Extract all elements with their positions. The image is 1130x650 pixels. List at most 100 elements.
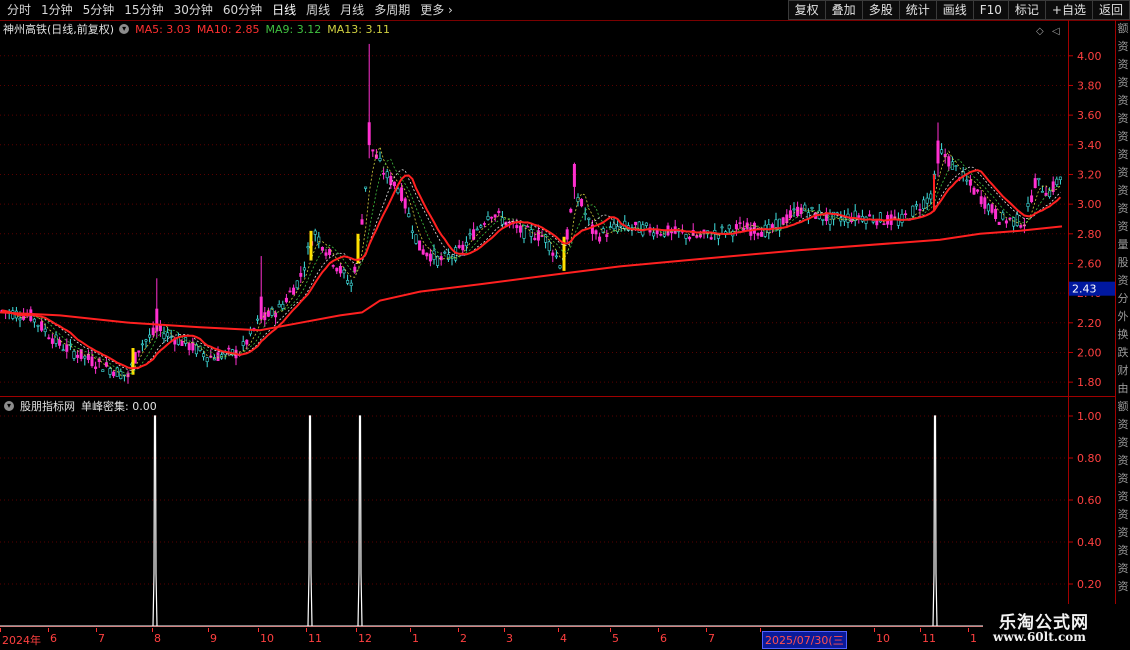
date-label: 2024年 <box>2 634 41 647</box>
right-strip-char: 资 <box>1117 112 1129 125</box>
candle-body <box>882 223 886 225</box>
candle-body <box>522 225 526 239</box>
candle-body <box>464 241 468 247</box>
right-strip-char: 资 <box>1117 202 1129 215</box>
candle-body <box>328 248 332 256</box>
candle-body <box>144 339 148 342</box>
candle-body <box>979 196 983 205</box>
date-label: 6 <box>660 632 667 645</box>
candle-body <box>644 222 648 226</box>
indicator-tick-label: 0.60 <box>1077 494 1102 507</box>
candle-body <box>1037 177 1041 181</box>
price-tick-label: 3.20 <box>1077 168 1102 181</box>
candle-body <box>1055 178 1059 186</box>
candle-body <box>1030 195 1034 203</box>
right-strip-char: 量 <box>1117 238 1129 251</box>
date-label: 1 <box>970 632 977 645</box>
candle-body <box>205 357 209 363</box>
date-axis: 2024年 6 7 8 9 10 11 12 1 2 3 4 5 6 7 2025/07/30(三 10 11 1 <box>0 628 1070 650</box>
candle-body <box>302 267 306 271</box>
candle-body <box>598 236 602 242</box>
candle-body <box>83 355 87 359</box>
candle-body <box>1048 190 1052 197</box>
right-strip-char: 资 <box>1117 454 1129 467</box>
candle-body <box>940 149 944 154</box>
candle-body <box>389 175 393 185</box>
candle-body <box>385 171 389 179</box>
candle-body <box>929 193 933 200</box>
candle-body <box>983 197 987 209</box>
candle-body <box>36 324 40 327</box>
candle-body <box>137 350 141 353</box>
candle-body <box>720 226 724 229</box>
candle-body <box>65 344 69 352</box>
candle-body <box>241 341 245 346</box>
candle-body <box>990 204 994 213</box>
ma-dotted-white <box>1 166 1061 371</box>
candle-body <box>922 199 926 210</box>
candle-body <box>688 236 692 240</box>
candle-body <box>529 229 533 237</box>
candle-body <box>533 237 537 241</box>
candle-body <box>335 267 339 272</box>
candle-body <box>482 223 486 225</box>
candle-body <box>806 212 810 219</box>
candle-body <box>371 149 375 152</box>
candle-body <box>1040 190 1044 193</box>
candle-body <box>558 265 562 269</box>
ma-dotted-yellow <box>1 145 1061 377</box>
candle-body <box>101 369 105 372</box>
candle-body <box>785 214 789 224</box>
candle-body <box>760 231 764 237</box>
price-tick-label: 2.80 <box>1077 228 1102 241</box>
candle-body <box>490 216 494 219</box>
candle-body <box>652 232 656 237</box>
candle-body <box>554 255 558 258</box>
date-label: 11 <box>308 632 322 645</box>
candle-body <box>284 297 288 303</box>
candle-body <box>418 240 422 251</box>
candle-body <box>292 287 296 295</box>
candle-body <box>40 321 44 331</box>
stock-chart[interactable]: 4.003.803.603.403.203.002.802.602.402.20… <box>0 0 1130 650</box>
price-tick-label: 1.80 <box>1077 376 1102 389</box>
candle-body <box>266 310 270 317</box>
indicator-peak <box>357 415 363 627</box>
candle-body <box>497 210 501 213</box>
right-strip-char: 资 <box>1117 490 1129 503</box>
candle-body <box>479 225 483 228</box>
candle-body <box>436 256 440 266</box>
candle-body <box>94 366 98 369</box>
candle-body <box>803 204 807 212</box>
price-tick-label: 4.00 <box>1077 50 1102 63</box>
right-strip-char: 股 <box>1117 256 1129 269</box>
candle-body <box>911 205 915 217</box>
right-info-strip: 额资资资资资资资资资资资量股资分外换跌财由额资资资资资资资资资资 <box>1116 20 1130 620</box>
right-strip-char: 资 <box>1117 184 1129 197</box>
candle-body <box>461 244 465 251</box>
price-tick-label: 3.00 <box>1077 198 1102 211</box>
candle-body <box>1051 181 1055 192</box>
candle-body <box>659 234 663 236</box>
candle-body <box>1033 178 1037 189</box>
right-strip-char: 资 <box>1117 166 1129 179</box>
candle-body <box>439 256 443 261</box>
candle-body <box>616 226 620 232</box>
candle-body <box>871 220 875 223</box>
candle-body <box>1008 217 1012 220</box>
candle-body <box>515 225 519 229</box>
candle-body <box>500 217 504 225</box>
candle-body <box>486 216 490 220</box>
date-label: 7 <box>708 632 715 645</box>
candle-body <box>86 353 90 360</box>
candle-body <box>306 246 310 249</box>
right-strip-char: 资 <box>1117 94 1129 107</box>
candle-body <box>544 234 548 243</box>
candle-body <box>875 220 879 226</box>
candle-body <box>551 252 555 256</box>
right-strip-char: 资 <box>1117 544 1129 557</box>
candle-body <box>112 371 116 377</box>
date-label: 8 <box>154 632 161 645</box>
candle-body <box>493 214 497 218</box>
candle-body <box>151 327 155 336</box>
